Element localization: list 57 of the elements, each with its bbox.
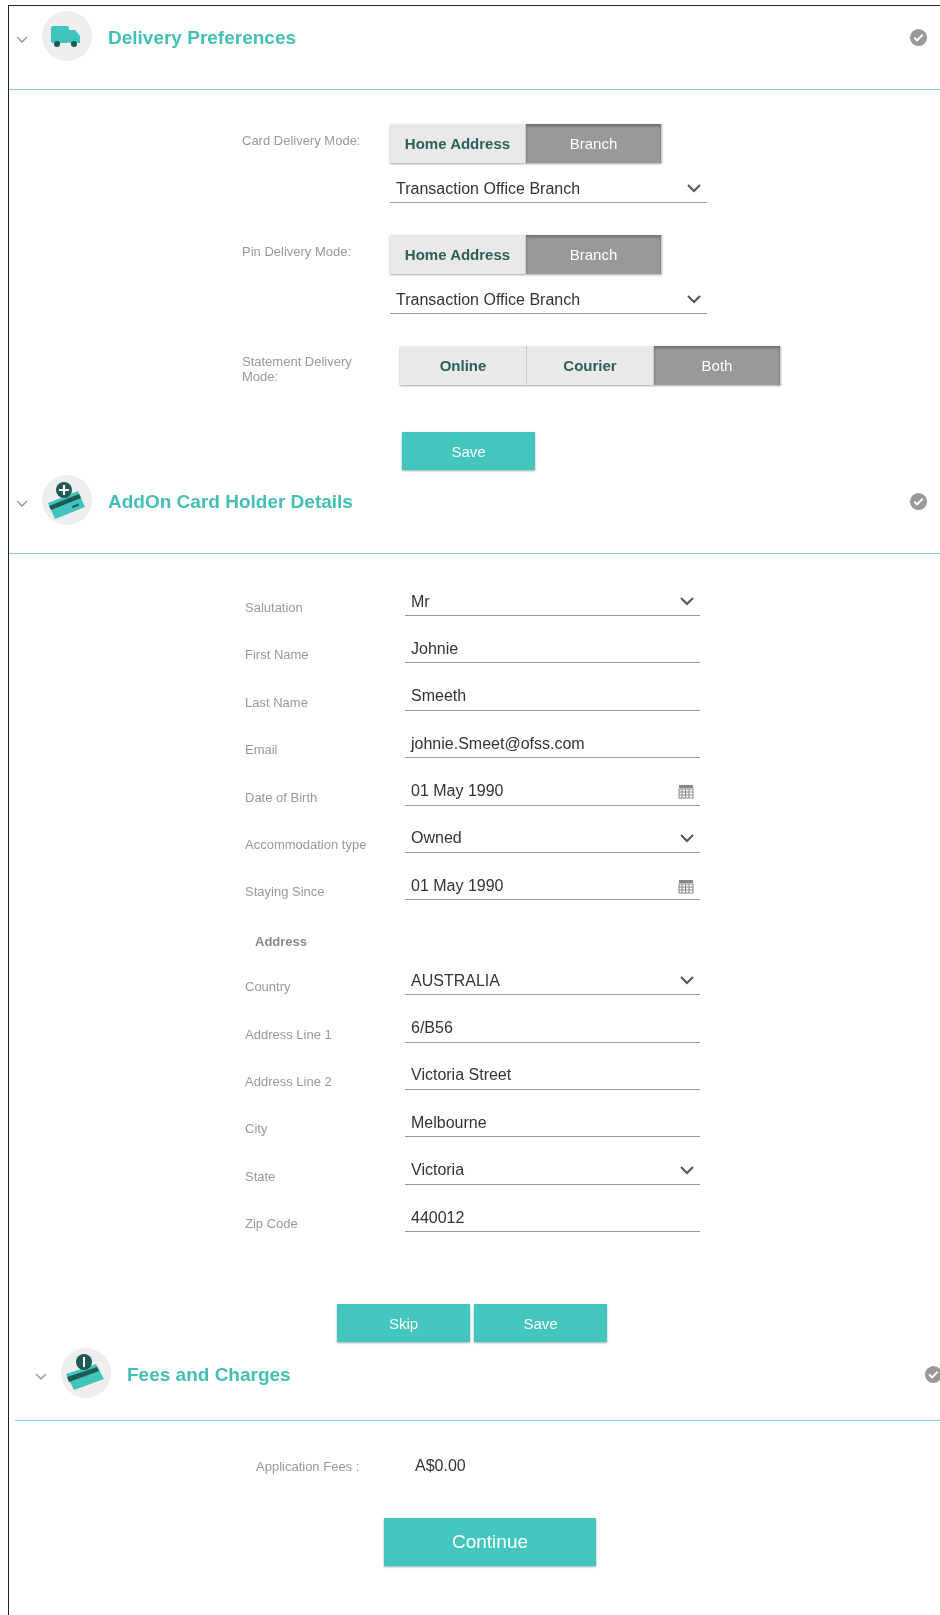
select-field[interactable]: Mr	[405, 588, 700, 616]
input-field[interactable]: 440012	[405, 1204, 700, 1233]
fee-label: Application Fees :	[256, 1459, 361, 1475]
card-plus-icon	[42, 475, 92, 525]
date-field[interactable]: 01 May 1990	[405, 872, 700, 901]
select-field[interactable]: Victoria	[405, 1156, 700, 1185]
field-label: State	[245, 1167, 277, 1186]
input-field[interactable]: 6/B56	[405, 1014, 700, 1043]
input-field[interactable]: Melbourne	[405, 1109, 700, 1138]
select-field[interactable]: Owned	[405, 824, 700, 853]
field-label: Staying Since	[245, 883, 326, 902]
chevron-down-icon	[680, 976, 694, 986]
chevron-down-icon[interactable]	[16, 36, 28, 44]
field-label: Statement Delivery Mode:	[242, 353, 353, 386]
field-label: Address Line 2	[245, 1072, 333, 1091]
calendar-icon	[678, 877, 694, 894]
calendar-icon	[678, 783, 694, 800]
field-label: First Name	[245, 646, 310, 665]
input-field[interactable]: johnie.Smeet@ofss.com	[405, 730, 700, 759]
field-label: Card Delivery Mode:	[242, 132, 362, 150]
subsection-heading: Address	[254, 932, 308, 951]
chevron-down-icon[interactable]	[16, 500, 28, 508]
field-label: Accommodation type	[245, 835, 368, 854]
branch-dropdown[interactable]: Transaction Office Branch	[390, 286, 707, 314]
chevron-down-icon	[687, 184, 701, 193]
section-title: Fees and Charges	[127, 1364, 291, 1387]
chevron-down-icon	[680, 1165, 694, 1175]
field-label: Zip Code	[245, 1215, 299, 1234]
toggle-option[interactable]: Home Address	[390, 235, 526, 274]
fee-amount: A$0.00	[415, 1457, 466, 1476]
toggle-option[interactable]: Online	[400, 346, 527, 385]
branch-dropdown[interactable]: Transaction Office Branch	[390, 175, 707, 203]
date-field[interactable]: 01 May 1990	[405, 777, 700, 806]
field-label: Address Line 1	[245, 1025, 333, 1044]
input-field[interactable]: Johnie	[405, 635, 700, 664]
select-field[interactable]: AUSTRALIA	[405, 967, 700, 996]
field-label: Country	[245, 978, 292, 997]
input-field[interactable]: Smeeth	[405, 682, 700, 711]
input-field[interactable]: Victoria Street	[405, 1061, 700, 1090]
chevron-down-icon	[680, 833, 694, 843]
section-title: AddOn Card Holder Details	[108, 491, 353, 513]
chevron-down-icon[interactable]	[35, 1373, 47, 1382]
truck-icon	[42, 11, 92, 61]
field-label: City	[245, 1120, 269, 1139]
check-circle-icon	[909, 492, 928, 511]
chevron-down-icon	[687, 295, 701, 304]
field-label: Salutation	[245, 599, 304, 617]
field-label: Email	[245, 741, 279, 760]
field-label: Last Name	[245, 693, 309, 712]
card-coin-icon	[61, 1348, 111, 1399]
toggle-option[interactable]: Home Address	[390, 124, 526, 163]
chevron-down-icon	[680, 597, 694, 606]
field-label: Pin Delivery Mode:	[242, 243, 353, 261]
field-label: Date of Birth	[245, 788, 319, 807]
check-circle-icon	[909, 28, 928, 47]
toggle-option[interactable]: Courier	[527, 346, 654, 385]
section-title: Delivery Preferences	[108, 27, 296, 49]
